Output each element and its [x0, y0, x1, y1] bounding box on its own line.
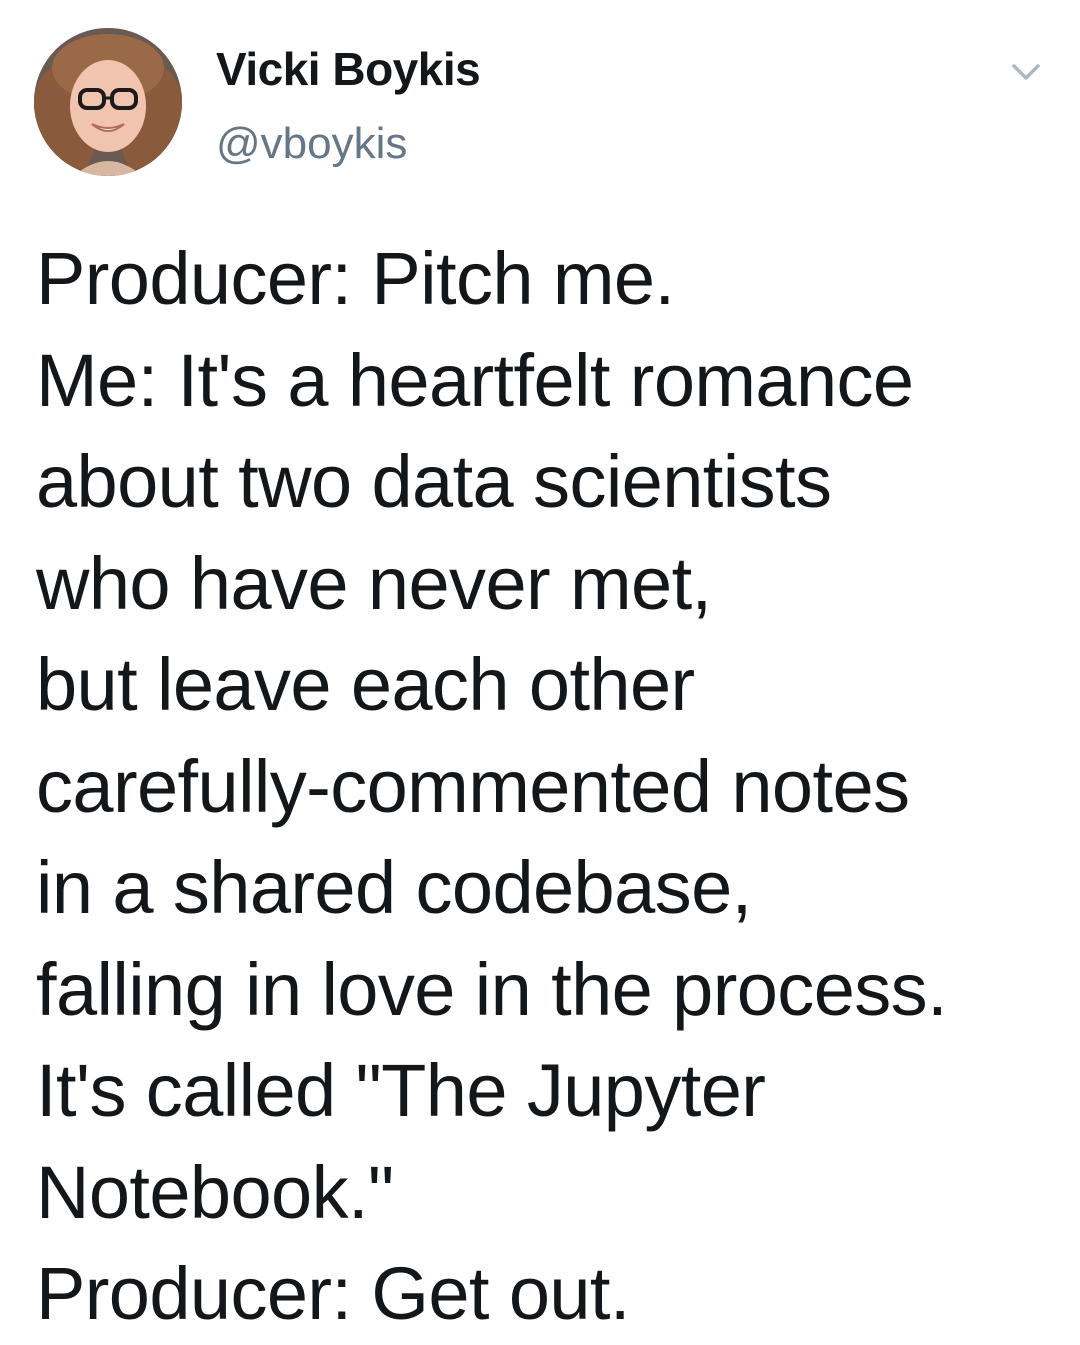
avatar[interactable] — [34, 28, 182, 176]
tweet-text: Producer: Pitch me. Me: It's a heartfelt… — [36, 228, 1066, 1345]
tweet-card: Vicki Boykis @vboykis Producer: Pitch me… — [0, 0, 1080, 1335]
tweet-line: Notebook." — [36, 1150, 394, 1234]
tweet-line: carefully-commented notes — [36, 744, 910, 828]
tweet-line: It's called "The Jupyter — [36, 1049, 766, 1132]
author-handle[interactable]: @vboykis — [216, 118, 407, 170]
tweet-line: falling in love in the process. — [36, 947, 948, 1031]
tweet-line: who have never met, — [36, 541, 712, 625]
tweet-line: Producer: Get out. — [36, 1252, 630, 1335]
tweet-line: about two data scientists — [36, 440, 832, 523]
chevron-down-icon[interactable] — [1006, 52, 1046, 92]
tweet-line: Producer: Pitch me. — [36, 237, 675, 320]
tweet-line: in a shared codebase, — [36, 846, 752, 929]
avatar-image — [34, 28, 182, 176]
author-name[interactable]: Vicki Boykis — [216, 42, 481, 96]
tweet-line: Me: It's a heartfelt romance — [36, 338, 914, 422]
tweet-header: Vicki Boykis @vboykis — [34, 28, 1046, 178]
tweet-line: but leave each other — [36, 643, 695, 726]
